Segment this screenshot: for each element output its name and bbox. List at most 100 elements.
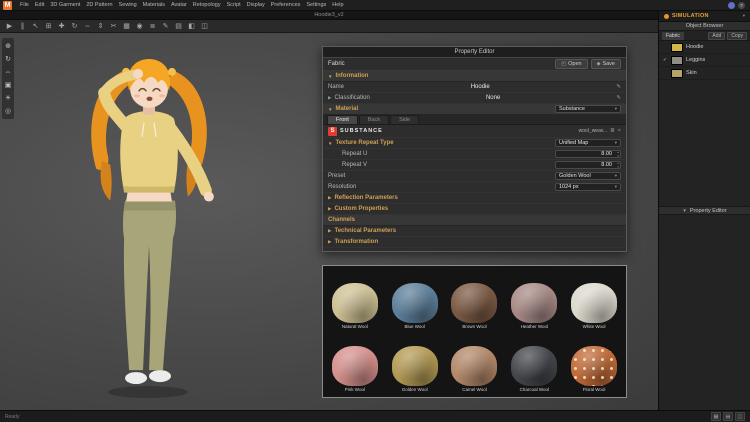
material-tab-back[interactable]: Back xyxy=(358,115,390,124)
menu-avatar[interactable]: Avatar xyxy=(168,2,190,8)
menu-file[interactable]: File xyxy=(17,2,32,8)
fabric-item-skin[interactable]: Skin xyxy=(659,67,750,80)
repeat-u-value: 8.00 xyxy=(601,151,612,157)
preset-floral-wool[interactable]: Floral Wool xyxy=(565,333,623,395)
reflection-parameters-row[interactable]: ▶ Reflection Parameters xyxy=(323,193,626,204)
technical-parameters-row[interactable]: ▶ Technical Parameters xyxy=(323,226,626,237)
property-editor-title[interactable]: Property Editor xyxy=(323,47,626,58)
chevron-down-icon: ▾ xyxy=(614,173,617,178)
menu-script[interactable]: Script xyxy=(224,2,244,8)
preset-heather-wool[interactable]: Heather Wool xyxy=(505,269,563,331)
material-tab-front[interactable]: Front xyxy=(327,115,358,124)
caret-right-icon[interactable]: ▶ xyxy=(328,95,331,101)
menu-display[interactable]: Display xyxy=(244,2,268,8)
tab-fabric[interactable]: Fabric xyxy=(662,31,684,40)
app-logo[interactable]: M xyxy=(3,0,12,10)
classification-value[interactable]: None xyxy=(373,95,614,101)
menu-help[interactable]: Help xyxy=(329,2,346,8)
substance-file-name[interactable]: wool_weav... xyxy=(579,128,608,134)
save-button[interactable]: ◆ Save xyxy=(590,59,621,69)
custom-properties-row[interactable]: ▶ Custom Properties xyxy=(323,204,626,215)
preset-blue-wool[interactable]: Blue Wool xyxy=(386,269,444,331)
split-view-icon[interactable]: ◫ xyxy=(199,21,210,32)
preset-swatch xyxy=(451,282,498,323)
remove-substance-icon[interactable]: × xyxy=(618,128,621,134)
stepper-down-icon[interactable]: ▾ xyxy=(617,165,619,170)
target-icon[interactable]: ◉ xyxy=(134,21,145,32)
preset-white-wool[interactable]: White Wool xyxy=(565,269,623,331)
gizmo-move-icon[interactable]: ⊕ xyxy=(3,41,13,51)
chevron-down-icon[interactable]: ▾ xyxy=(743,13,745,19)
section-material[interactable]: ▼ Material Substance ▾ xyxy=(323,104,626,115)
menu-2d-pattern[interactable]: 2D Pattern xyxy=(83,2,115,8)
menu-sewing[interactable]: Sewing xyxy=(116,2,140,8)
grid-icon[interactable]: ▦ xyxy=(121,21,132,32)
material-tab-side[interactable]: Side xyxy=(390,115,420,124)
help-icon[interactable]: ? xyxy=(738,1,745,9)
simulate-icon[interactable]: ▶ xyxy=(4,21,15,32)
preset-brown-wool[interactable]: Brown Wool xyxy=(446,269,504,331)
preset-golden-wool[interactable]: Golden Wool xyxy=(386,333,444,395)
section-information[interactable]: ▼ Information xyxy=(323,71,626,82)
fabric-item-hoodie[interactable]: Hoodie xyxy=(659,41,750,54)
view-grid-icon[interactable]: ▦ xyxy=(711,412,721,421)
texture-repeat-dropdown[interactable]: Unified Map ▾ xyxy=(555,139,621,147)
show-avatar-icon[interactable]: ▣ xyxy=(3,80,13,90)
fabric-label: Fabric xyxy=(328,61,345,67)
gizmo-scale-icon[interactable]: ⇔ xyxy=(3,67,13,77)
object-browser-title[interactable]: Object Browser xyxy=(659,22,750,31)
preset-charcoal-wool[interactable]: Charcoal Wool xyxy=(505,333,563,395)
layers-icon[interactable]: ▤ xyxy=(173,21,184,32)
open-button[interactable]: ◰ Open xyxy=(555,59,588,69)
list-icon[interactable]: ≣ xyxy=(147,21,158,32)
rotate-icon[interactable]: ↻ xyxy=(69,21,80,32)
preset-natural-wool[interactable]: Natural Wool xyxy=(326,269,384,331)
transformation-row[interactable]: ▶ Transformation xyxy=(323,237,626,248)
box-select-icon[interactable]: ⊞ xyxy=(43,21,54,32)
menu-retopology[interactable]: Retopology xyxy=(190,2,224,8)
fabric-item-leggins[interactable]: ✓ Leggins xyxy=(659,54,750,67)
simulation-button[interactable]: SIMULATION ▾ xyxy=(659,11,750,22)
preset-camel-wool[interactable]: Camel Wool xyxy=(446,333,504,395)
copy-fabric-button[interactable]: Copy xyxy=(727,31,747,40)
select-icon[interactable]: ↖ xyxy=(30,21,41,32)
repeat-v-input[interactable]: 8.00 ▴ ▾ xyxy=(555,161,621,169)
scissors-icon[interactable]: ✂ xyxy=(108,21,119,32)
material-type-dropdown[interactable]: Substance ▾ xyxy=(555,105,621,113)
channels-header: Channels xyxy=(328,217,356,223)
name-value[interactable]: Hoodie xyxy=(347,84,613,90)
caret-right-icon: ▶ xyxy=(328,206,332,211)
section-channels[interactable]: Channels xyxy=(323,215,626,226)
menu-edit[interactable]: Edit xyxy=(32,2,47,8)
pause-icon[interactable]: ∥ xyxy=(17,21,28,32)
menu-settings[interactable]: Settings xyxy=(303,2,329,8)
camera-icon[interactable]: ◎ xyxy=(3,106,13,116)
half-view-icon[interactable]: ◧ xyxy=(186,21,197,32)
3d-viewport[interactable]: ⊕ ↻ ⇔ ▣ ☀ ◎ Property Editor Fabric ◰ Ope… xyxy=(0,33,658,410)
preset-dropdown[interactable]: Golden Wool ▾ xyxy=(555,172,621,180)
caret-down-icon[interactable]: ▼ xyxy=(328,141,332,146)
move-vertical-icon[interactable]: ⇕ xyxy=(95,21,106,32)
avatar-character[interactable] xyxy=(36,41,276,405)
view-layers-icon[interactable]: ▤ xyxy=(723,412,733,421)
add-point-icon[interactable]: ✚ xyxy=(56,21,67,32)
preset-pink-wool[interactable]: Pink Wool xyxy=(326,333,384,395)
view-split-icon[interactable]: ◫ xyxy=(735,412,745,421)
menu-materials[interactable]: Materials xyxy=(140,2,168,8)
substance-settings-icon[interactable]: ≣ xyxy=(610,128,615,134)
preset-label: Camel Wool xyxy=(462,387,487,393)
edit-icon[interactable]: ✎ xyxy=(160,21,171,32)
resolution-dropdown[interactable]: 1024 px ▾ xyxy=(555,183,621,191)
account-avatar-icon[interactable] xyxy=(728,1,735,9)
edit-classification-icon[interactable]: ✎ xyxy=(616,95,621,101)
stepper-down-icon[interactable]: ▾ xyxy=(617,154,619,159)
repeat-u-input[interactable]: 8.00 ▴ ▾ xyxy=(555,150,621,158)
move-horizontal-icon[interactable]: ⇔ xyxy=(82,21,93,32)
sidebar-property-editor-header[interactable]: ▼ Property Editor xyxy=(659,206,750,215)
menu-3d-garment[interactable]: 3D Garment xyxy=(47,2,83,8)
gizmo-rotate-icon[interactable]: ↻ xyxy=(3,54,13,64)
add-fabric-button[interactable]: Add xyxy=(708,31,726,40)
menu-preferences[interactable]: Preferences xyxy=(268,2,304,8)
light-icon[interactable]: ☀ xyxy=(3,93,13,103)
edit-name-icon[interactable]: ✎ xyxy=(616,84,621,90)
